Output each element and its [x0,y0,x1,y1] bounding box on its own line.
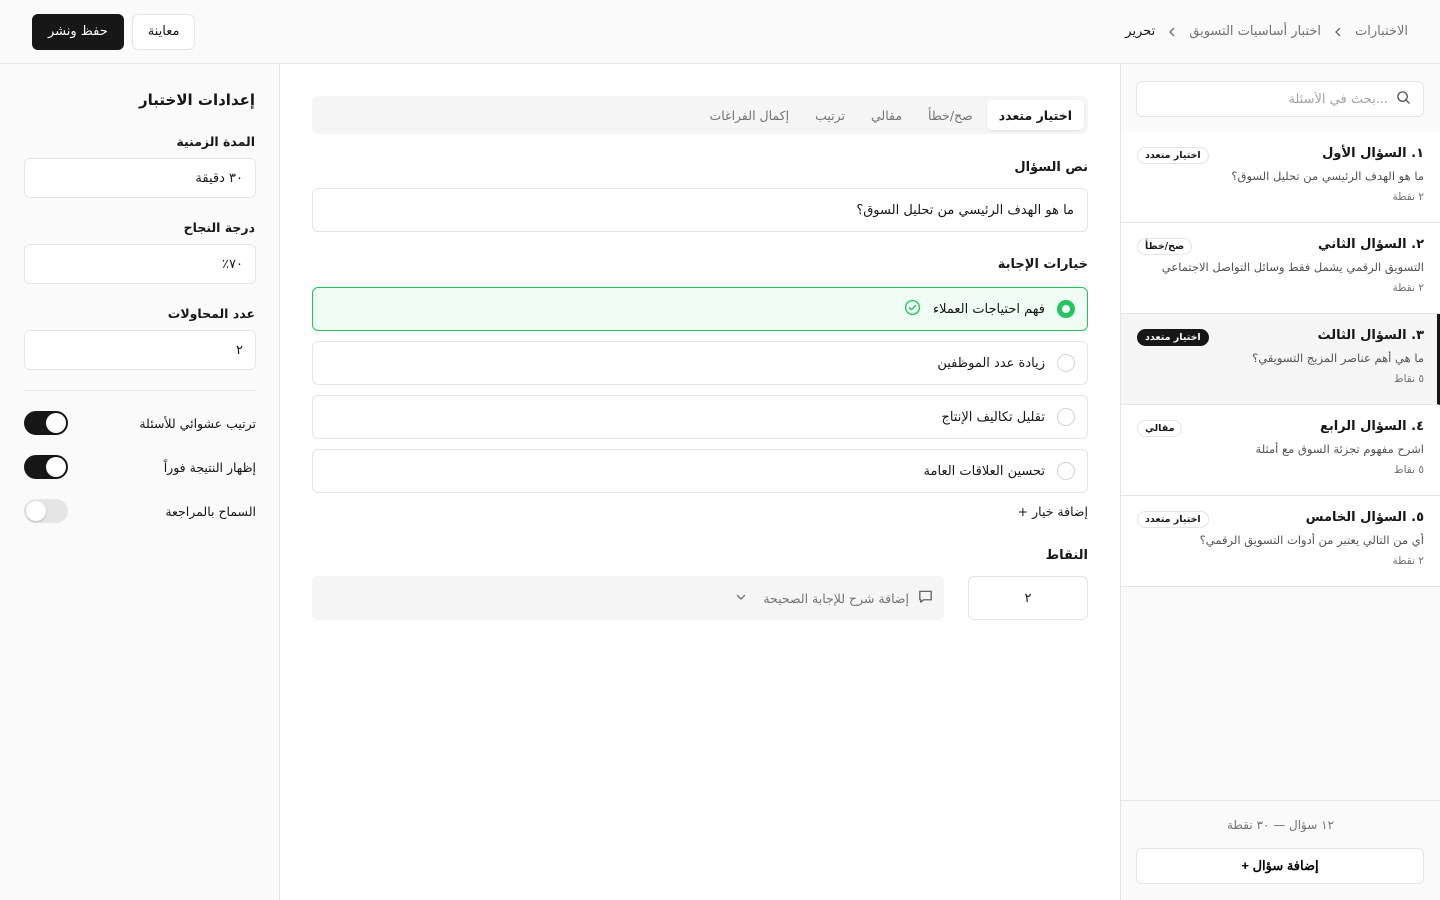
toggle-row-review: السماح بالمراجعة [24,499,256,523]
breadcrumb-item-quizzes[interactable]: الاختبارات [1355,24,1408,39]
answer-option-text: فهم احتياجات العملاء [932,301,1045,317]
answer-option[interactable]: تقليل تكاليف الإنتاج [312,395,1088,439]
attempts-field[interactable]: ٢ [24,330,256,370]
answer-option-correct[interactable]: فهم احتياجات العملاء [312,287,1088,331]
pass-score-label: درجة النجاح [183,220,255,235]
question-preview: التسويق الرقمي يشمل فقط وسائل التواصل ال… [1161,260,1424,274]
question-item[interactable]: ٤. السؤال الرابع اشرح مفهوم تجزئة السوق … [1121,405,1440,496]
breadcrumb: الاختبارات اختبار أساسيات التسويق تحرير [1125,24,1408,39]
chevron-left-icon [1165,25,1179,39]
question-points: ٥ نقاط [1393,464,1424,476]
check-circle-icon [904,299,921,320]
question-type-badge: اختيار متعدد [1137,147,1209,164]
answer-option-text: تحسين العلاقات العامة [923,463,1045,479]
toggle-label: السماح بالمراجعة [165,503,256,519]
radio-unselected[interactable] [1057,408,1075,426]
settings-divider [24,390,256,391]
toggle-label: ترتيب عشوائي للأسئلة [139,415,256,431]
radio-unselected[interactable] [1057,462,1075,480]
question-points: ٥ نقاط [1393,373,1424,385]
answer-option-text: تقليل تكاليف الإنتاج [941,409,1045,425]
question-preview: ما هي أهم عناصر المزيج التسويقي؟ [1252,351,1424,365]
question-preview: ما هو الهدف الرئيسي من تحليل السوق؟ [1231,169,1424,183]
question-item[interactable]: ٥. السؤال الخامس أي من التالي يعتبر من أ… [1121,496,1440,587]
toggle-knob [46,457,66,477]
question-item[interactable]: ١. السؤال الأول ما هو الهدف الرئيسي من ت… [1121,132,1440,223]
question-points: ٢ نقطة [1392,191,1424,203]
questions-list: ١. السؤال الأول ما هو الهدف الرئيسي من ت… [1121,132,1440,587]
question-type-tabs: اختيار متعدد صح/خطأ مقالي ترتيب إكمال ال… [312,96,1088,134]
publish-button[interactable]: حفظ ونشر [32,13,124,50]
top-header: الاختبارات اختبار أساسيات التسويق تحرير … [0,0,1440,64]
tab-essay[interactable]: مقالي [859,100,914,130]
add-option-button[interactable]: إضافة خيار + [1018,504,1088,519]
answer-option-text: زيادة عدد الموظفين [937,355,1045,371]
question-preview: اشرح مفهوم تجزئة السوق مع أمثلة [1255,442,1424,456]
pass-score-field[interactable]: ٧٠٪ [24,244,256,284]
toggle-knob [26,501,46,521]
duration-field[interactable]: ٣٠ دقيقة [24,158,256,198]
question-item-active[interactable]: ٣. السؤال الثالث ما هي أهم عناصر المزيج … [1121,314,1440,405]
preview-button[interactable]: معاينة [131,13,196,50]
toggle-row-show-result: إظهار النتيجة فوراً [24,455,256,479]
toggle-label: إظهار النتيجة فوراً [163,459,256,475]
questions-footer: ١٢ سؤال — ٣٠ نقطة إضافة سؤال + [1121,800,1440,900]
question-type-badge: اختيار متعدد [1137,511,1209,528]
header-actions: معاينة حفظ ونشر [32,13,196,50]
show-result-toggle[interactable] [24,455,68,479]
question-type-badge: مقالي [1137,420,1183,437]
answer-options-label: خيارات الإجابة [997,257,1088,272]
chevron-left-icon [1331,25,1345,39]
breadcrumb-item-quiz[interactable]: اختبار أساسيات التسويق [1189,24,1321,39]
search-icon [1396,90,1411,109]
search-input[interactable] [1149,91,1388,107]
radio-unselected[interactable] [1057,354,1075,372]
radio-selected[interactable] [1057,300,1075,318]
add-question-button[interactable]: إضافة سؤال + [1136,848,1424,884]
toggle-knob [46,413,66,433]
question-type-badge: صح/خطأ [1137,238,1193,255]
points-input[interactable]: ٢ [968,576,1088,620]
question-text-input[interactable]: ما هو الهدف الرئيسي من تحليل السوق؟ [312,188,1088,232]
chevron-down-icon [735,591,747,606]
toggle-row-shuffle: ترتيب عشوائي للأسئلة [24,411,256,435]
question-text-label: نص السؤال [1014,160,1088,175]
search-box[interactable] [1136,81,1424,117]
question-editor: اختيار متعدد صح/خطأ مقالي ترتيب إكمال ال… [280,64,1120,900]
add-explanation-button[interactable]: إضافة شرح للإجابة الصحيحة [312,576,944,620]
tab-ordering[interactable]: ترتيب [803,100,857,130]
question-item[interactable]: ٢. السؤال الثاني التسويق الرقمي يشمل فقط… [1121,223,1440,314]
questions-panel: ١. السؤال الأول ما هو الهدف الرئيسي من ت… [1120,64,1440,900]
tab-true-false[interactable]: صح/خطأ [916,100,985,130]
shuffle-questions-toggle[interactable] [24,411,68,435]
duration-label: المدة الزمنية [176,134,255,149]
question-preview: أي من التالي يعتبر من أدوات التسويق الرق… [1199,533,1424,547]
question-type-badge: اختيار متعدد [1137,329,1209,346]
comment-icon [917,588,934,608]
settings-title: إعدادات الاختبار [139,91,255,109]
question-points: ٢ نقطة [1392,555,1424,567]
allow-review-toggle[interactable] [24,499,68,523]
explanation-label: إضافة شرح للإجابة الصحيحة [763,590,909,606]
answer-option[interactable]: تحسين العلاقات العامة [312,449,1088,493]
tab-multiple-choice[interactable]: اختيار متعدد [986,100,1084,130]
question-points: ٢ نقطة [1392,282,1424,294]
questions-summary: ١٢ سؤال — ٣٠ نقطة [1226,818,1335,832]
attempts-label: عدد المحاولات [167,306,255,321]
tab-fill-blanks[interactable]: إكمال الفراغات [697,100,801,130]
settings-panel: إعدادات الاختبار المدة الزمنية ٣٠ دقيقة … [0,64,280,900]
answer-option[interactable]: زيادة عدد الموظفين [312,341,1088,385]
breadcrumb-item-current: تحرير [1125,24,1156,39]
points-label: النقاط [1045,548,1088,563]
